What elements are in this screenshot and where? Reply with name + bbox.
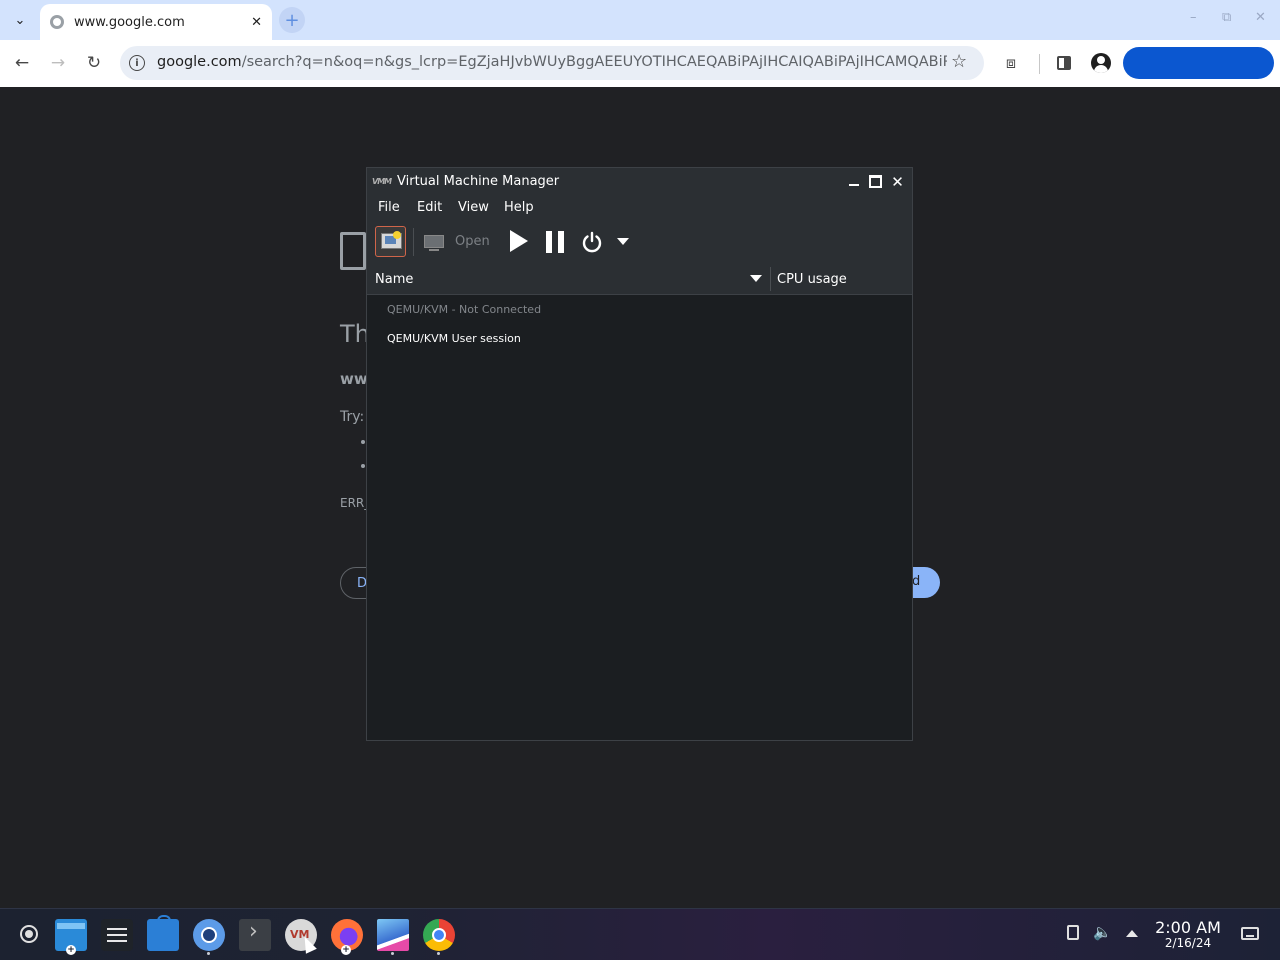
vm-list-header: Name CPU usage: [367, 263, 912, 295]
store-app-icon[interactable]: [147, 915, 179, 951]
forward-button[interactable]: →: [46, 51, 70, 75]
clock-date[interactable]: 2/16/24: [1150, 936, 1226, 950]
open-console-icon[interactable]: [424, 235, 444, 251]
connection-row-not-connected[interactable]: QEMU/KVM - Not Connected: [387, 303, 541, 316]
launcher-icon[interactable]: [20, 925, 38, 943]
running-indicator: [437, 952, 440, 955]
vmm-logo-icon: VMM: [372, 177, 392, 186]
address-bar[interactable]: i google.com/search?q=n&oq=n&gs_lcrp=EgZ…: [120, 46, 984, 80]
open-button[interactable]: Open: [455, 234, 490, 249]
vm-list[interactable]: QEMU/KVM - Not Connected QEMU/KVM User s…: [367, 295, 912, 740]
column-separator[interactable]: [770, 267, 771, 291]
menu-file[interactable]: File: [378, 200, 400, 215]
error-host: ww: [340, 370, 368, 388]
tab-close-icon[interactable]: ✕: [251, 15, 262, 30]
volume-icon[interactable]: 🔈: [1093, 923, 1112, 941]
reload-page-button-label: d: [912, 574, 921, 589]
image-viewer-app-icon[interactable]: [377, 919, 409, 951]
reload-button[interactable]: ↻: [82, 51, 106, 75]
update-button[interactable]: [1123, 47, 1274, 79]
column-chevron-down-icon[interactable]: [750, 275, 762, 282]
new-vm-sparkle-icon: [393, 231, 401, 239]
profile-icon: [1091, 53, 1111, 73]
new-tab-button[interactable]: +: [279, 7, 305, 33]
url-path: /search?q=n&oq=n&gs_lcrp=EgZjaHJvbWUyBgg…: [241, 54, 947, 70]
menu-help[interactable]: Help: [504, 200, 534, 215]
column-name[interactable]: Name: [375, 272, 413, 287]
vmm-close-button[interactable]: ✕: [888, 172, 907, 191]
chrome-app-icon[interactable]: [423, 919, 455, 951]
notifications-icon[interactable]: [1241, 927, 1259, 940]
url-text[interactable]: google.com/search?q=n&oq=n&gs_lcrp=EgZja…: [157, 54, 947, 70]
extensions-icon[interactable]: ⧈: [1000, 52, 1022, 74]
vmm-titlebar[interactable]: VMM Virtual Machine Manager ✕: [367, 168, 912, 195]
vmm-toolbar: Open: [367, 220, 912, 263]
files-badge-icon: +: [66, 944, 76, 955]
globe-icon: [50, 15, 64, 29]
new-vm-button[interactable]: [375, 226, 406, 257]
menu-edit[interactable]: Edit: [417, 200, 442, 215]
shutdown-dropdown-icon[interactable]: [617, 238, 629, 245]
browser-tabstrip: ⌄ www.google.com ✕ + – ⧉ ✕: [0, 0, 1280, 40]
toolbar-divider: [413, 228, 414, 256]
error-bullet: [361, 464, 365, 468]
vmm-menubar: File Edit View Help: [367, 195, 912, 220]
terminal-app-icon[interactable]: [239, 919, 271, 951]
browser-tab[interactable]: www.google.com ✕: [40, 4, 272, 40]
url-host: google.com: [157, 54, 242, 70]
bookmark-star-icon[interactable]: ☆: [951, 51, 967, 72]
chromium-app-icon[interactable]: [193, 919, 225, 951]
vmm-title: Virtual Machine Manager: [397, 174, 560, 189]
browser-toolbar: ← → ↻ i google.com/search?q=n&oq=n&gs_lc…: [0, 40, 1280, 87]
vmm-maximize-button[interactable]: [866, 172, 885, 191]
column-cpu-usage[interactable]: CPU usage: [777, 272, 847, 287]
running-indicator: [391, 952, 394, 955]
error-bullet: [361, 440, 365, 444]
vmm-window: VMM Virtual Machine Manager ✕ File Edit …: [366, 167, 913, 741]
shutdown-power-icon[interactable]: [581, 231, 603, 253]
clipboard-icon[interactable]: [1067, 925, 1079, 940]
vmm-minimize-button[interactable]: [844, 172, 863, 191]
settings-app-icon[interactable]: [101, 919, 133, 951]
profile-button[interactable]: [1090, 52, 1112, 74]
sad-page-icon: [340, 232, 366, 270]
running-indicator: [207, 952, 210, 955]
tab-title: www.google.com: [74, 14, 185, 30]
tray-expand-icon[interactable]: [1126, 930, 1138, 937]
menu-view[interactable]: View: [458, 200, 489, 215]
tab-search-icon[interactable]: ⌄: [6, 8, 34, 32]
run-button[interactable]: [510, 230, 528, 252]
side-panel-icon: [1057, 56, 1071, 70]
firefox-badge-icon: +: [341, 944, 351, 955]
connection-row-user-session[interactable]: QEMU/KVM User session: [387, 332, 521, 345]
taskbar: + + 🔈 2:00 AM 2/16/24: [0, 908, 1280, 960]
back-button[interactable]: ←: [10, 51, 34, 75]
window-minimize-button[interactable]: –: [1190, 10, 1197, 25]
toolbar-divider: [1039, 54, 1040, 74]
error-try-label: Try:: [340, 409, 365, 425]
pause-button[interactable]: [546, 231, 565, 253]
window-restore-button[interactable]: ⧉: [1222, 10, 1231, 25]
site-info-icon[interactable]: i: [129, 55, 145, 71]
window-close-button[interactable]: ✕: [1255, 10, 1266, 25]
clock-time[interactable]: 2:00 AM: [1150, 918, 1226, 937]
side-panel-button[interactable]: [1053, 52, 1075, 74]
